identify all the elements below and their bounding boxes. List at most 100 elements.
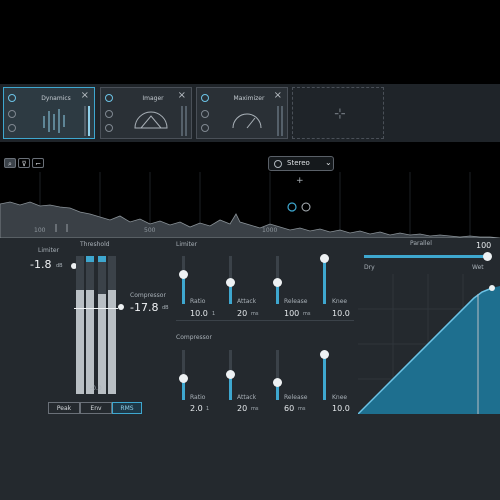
gain-reduction-meter-left	[98, 256, 106, 394]
limiter-ratio-label: Ratio	[190, 298, 206, 305]
compressor-attack-unit: ms	[251, 406, 259, 412]
settings-icon[interactable]	[105, 124, 113, 132]
chevron-down-icon: ⌄	[325, 158, 332, 167]
compressor-knee-slider[interactable]	[320, 350, 329, 400]
compressor-release-value[interactable]: 60	[284, 404, 294, 413]
slider-thumb[interactable]	[320, 254, 329, 263]
limiter-threshold-value[interactable]: -1.8	[30, 258, 51, 271]
slider-thumb[interactable]	[483, 252, 492, 261]
limiter-attack-slider[interactable]	[226, 256, 235, 304]
detection-mode-peak[interactable]: Peak	[48, 402, 80, 414]
slider-thumb[interactable]	[320, 350, 329, 359]
slider-fill	[364, 255, 488, 258]
detection-mode-rms[interactable]: RMS	[112, 402, 142, 414]
add-module-icon[interactable]: ⊹	[334, 106, 346, 122]
add-module-slot[interactable]: ⊹	[292, 87, 384, 139]
slider-thumb[interactable]	[226, 278, 235, 287]
threshold-label: Threshold	[80, 241, 110, 248]
compressor-threshold-line[interactable]	[74, 308, 118, 309]
gain-reduction-meter-right	[108, 256, 116, 394]
module-slot-imager[interactable]: Imager ×	[100, 87, 192, 139]
imager-module-icon	[134, 111, 168, 129]
compressor-ratio-slider[interactable]	[179, 350, 188, 400]
compressor-ratio-value[interactable]: 2.0	[190, 404, 203, 413]
solo-icon[interactable]	[8, 110, 16, 118]
limiter-release-unit: ms	[303, 311, 311, 317]
module-name: Dynamics	[41, 95, 71, 102]
compressor-section-title: Compressor	[176, 334, 212, 341]
transfer-curve-display	[358, 274, 500, 414]
compressor-threshold-value[interactable]: -17.8	[130, 301, 158, 314]
limiter-knee-slider[interactable]	[320, 254, 329, 304]
slider-thumb[interactable]	[273, 378, 282, 387]
limiter-release-value[interactable]: 100	[284, 309, 299, 318]
slider-thumb[interactable]	[179, 374, 188, 383]
limiter-knee-value[interactable]: 10.0	[332, 309, 350, 318]
slider-fill	[323, 258, 326, 304]
limiter-attack-value[interactable]: 20	[237, 309, 247, 318]
freq-label: 500	[144, 227, 156, 234]
limiter-release-slider[interactable]	[273, 256, 282, 304]
spectrum-display: 100 500 1000	[0, 172, 500, 239]
close-icon[interactable]: ×	[81, 91, 89, 101]
parallel-min-label: Dry	[364, 264, 375, 271]
compressor-threshold-unit: dB	[162, 305, 169, 311]
module-meter	[181, 106, 183, 136]
compressor-attack-slider[interactable]	[226, 350, 235, 400]
limiter-section-title: Limiter	[176, 241, 198, 248]
section-divider	[176, 320, 354, 321]
freq-label: 1000	[262, 227, 278, 234]
module-meter	[84, 106, 86, 136]
meter-peak	[86, 256, 94, 262]
power-icon[interactable]	[105, 94, 113, 102]
dynamics-module-icon	[43, 109, 65, 133]
slider-thumb[interactable]	[226, 370, 235, 379]
parallel-mix-slider[interactable]	[364, 252, 492, 261]
limiter-attack-unit: ms	[251, 311, 259, 317]
limiter-ratio-value[interactable]: 10.0	[190, 309, 208, 318]
plugin-window: Dynamics × Imager × Maximizer × ⊹ ⌕ ⊽ ⌐ …	[0, 0, 500, 500]
meter-fill	[76, 290, 84, 394]
curve-handle[interactable]	[489, 285, 495, 291]
limiter-attack-label: Attack	[237, 298, 257, 305]
close-icon[interactable]: ×	[274, 91, 282, 101]
solo-icon[interactable]	[105, 110, 113, 118]
stereo-link-icon	[274, 160, 282, 168]
compressor-threshold-handle[interactable]	[118, 304, 124, 310]
input-meter-right	[86, 256, 94, 394]
compressor-attack-label: Attack	[237, 394, 257, 401]
limiter-threshold-label: Limiter	[38, 247, 60, 254]
module-chain: Dynamics × Imager × Maximizer × ⊹	[0, 84, 500, 142]
freq-label: 100	[34, 227, 46, 234]
compressor-release-slider[interactable]	[273, 350, 282, 400]
limiter-ratio-slider[interactable]	[179, 256, 188, 304]
module-slot-dynamics[interactable]: Dynamics ×	[3, 87, 95, 139]
power-icon[interactable]	[201, 94, 209, 102]
gain-tool-icon[interactable]: ⌐	[32, 158, 44, 168]
compressor-knee-value[interactable]: 10.0	[332, 404, 350, 413]
module-slot-maximizer[interactable]: Maximizer ×	[196, 87, 288, 139]
parallel-value[interactable]: 100	[476, 241, 491, 250]
module-name: Imager	[142, 95, 164, 102]
display-toolbar: ⌕ ⊽ ⌐ Stereo ⌄ +	[0, 154, 500, 186]
limiter-ratio-unit: 1	[212, 311, 216, 317]
parallel-label: Parallel	[410, 240, 432, 247]
compressor-release-label: Release	[284, 394, 308, 401]
curve-tool-icon[interactable]: ⊽	[18, 158, 30, 168]
settings-icon[interactable]	[201, 124, 209, 132]
settings-icon[interactable]	[8, 124, 16, 132]
slider-thumb[interactable]	[179, 270, 188, 279]
module-meter	[185, 106, 187, 136]
stereo-mode-label: Stereo	[287, 159, 310, 167]
spectrum-analyzer	[0, 172, 500, 239]
module-meter	[277, 106, 279, 136]
close-icon[interactable]: ×	[178, 91, 186, 101]
stereo-mode-select[interactable]: Stereo ⌄	[268, 156, 334, 171]
zoom-tool-icon[interactable]: ⌕	[4, 158, 16, 168]
parallel-max-label: Wet	[472, 264, 484, 271]
solo-icon[interactable]	[201, 110, 209, 118]
detection-mode-env[interactable]: Env	[80, 402, 112, 414]
compressor-attack-value[interactable]: 20	[237, 404, 247, 413]
power-icon[interactable]	[8, 94, 16, 102]
slider-thumb[interactable]	[273, 278, 282, 287]
